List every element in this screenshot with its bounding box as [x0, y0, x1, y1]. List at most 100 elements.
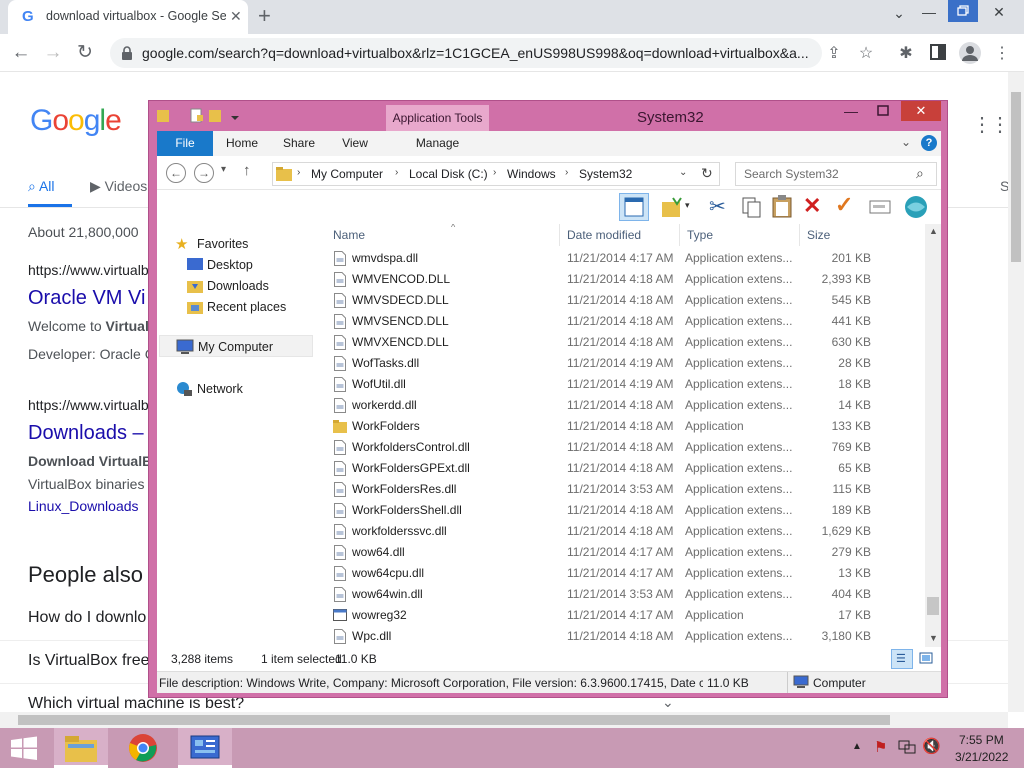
- ribbon-tab-manage[interactable]: Manage: [386, 131, 489, 156]
- nav-favorites[interactable]: Favorites: [197, 237, 248, 251]
- new-tab-icon[interactable]: +: [258, 3, 271, 29]
- back-icon[interactable]: ←: [8, 40, 34, 66]
- result-1-title[interactable]: Oracle VM Vi: [28, 287, 145, 310]
- file-row[interactable]: WMVENCOD.DLL 11/21/2014 4:18 AM Applicatio…: [327, 269, 925, 290]
- share-icon[interactable]: ⇪: [824, 44, 844, 64]
- restore-button[interactable]: [948, 0, 978, 22]
- column-divider[interactable]: [799, 224, 800, 246]
- paa-question-1[interactable]: How do I downlo: [28, 609, 146, 627]
- nav-downloads[interactable]: Downloads: [207, 279, 269, 293]
- file-row[interactable]: WorkFolders 11/21/2014 4:18 AM Application…: [327, 416, 925, 437]
- profile-avatar-icon[interactable]: [959, 42, 981, 64]
- preview-pane-button[interactable]: [619, 193, 649, 221]
- show-hidden-icons-icon[interactable]: ▲: [852, 741, 862, 752]
- file-row[interactable]: WMVSDECD.DLL 11/21/2014 4:18 AM Applicatio…: [327, 290, 925, 311]
- taskbar-file-explorer[interactable]: [54, 728, 108, 768]
- file-row[interactable]: WorkfoldersControl.dll 11/21/2014 4:18 AM…: [327, 437, 925, 458]
- chrome-menu-icon[interactable]: ⋮: [992, 44, 1012, 64]
- ribbon-tab-file[interactable]: File: [157, 131, 213, 156]
- file-row[interactable]: Wpc.dll 11/21/2014 4:18 AM Application ext…: [327, 626, 925, 647]
- forward-arrow-icon[interactable]: →: [194, 163, 214, 183]
- column-header-type[interactable]: Type: [687, 228, 713, 242]
- file-row[interactable]: WorkFoldersGPExt.dll 11/21/2014 4:18 AM Ap…: [327, 458, 925, 479]
- browser-tab[interactable]: G download virtualbox - Google Se ✕: [8, 0, 248, 34]
- breadcrumb-system32[interactable]: System32: [579, 167, 632, 181]
- reload-icon[interactable]: ↻: [72, 40, 98, 66]
- clock-date[interactable]: 3/21/2022: [955, 750, 1008, 764]
- page-vertical-scrollbar[interactable]: [1008, 72, 1024, 712]
- taskbar-control-panel[interactable]: [178, 728, 232, 768]
- nav-network[interactable]: Network: [197, 382, 243, 396]
- breadcrumb-my-computer[interactable]: My Computer: [311, 167, 383, 181]
- action-center-flag-icon[interactable]: ⚑: [874, 738, 887, 756]
- globe-icon[interactable]: [903, 194, 929, 220]
- up-arrow-icon[interactable]: ↑: [243, 162, 251, 179]
- close-tab-icon[interactable]: ✕: [230, 8, 242, 25]
- breadcrumb-windows[interactable]: Windows: [507, 167, 556, 181]
- result-2-url[interactable]: https://www.virtualb: [28, 397, 149, 413]
- file-row[interactable]: workerdd.dll 11/21/2014 4:18 AM Applicatio…: [327, 395, 925, 416]
- forward-icon[interactable]: →: [40, 40, 66, 66]
- column-header-date[interactable]: Date modified: [567, 228, 641, 242]
- back-arrow-icon[interactable]: ←: [166, 163, 186, 183]
- result-1-url[interactable]: https://www.virtualb: [28, 262, 149, 278]
- column-header-name[interactable]: Name: [333, 228, 365, 242]
- file-row[interactable]: WofUtil.dll 11/21/2014 4:19 AM Application…: [327, 374, 925, 395]
- clock-time[interactable]: 7:55 PM: [959, 733, 1004, 747]
- details-view-button[interactable]: ☰: [891, 649, 913, 669]
- tab-videos[interactable]: ▶ Videos: [90, 178, 147, 195]
- file-list-scrollbar[interactable]: ▲ ▼: [925, 224, 941, 647]
- help-icon[interactable]: ?: [921, 135, 937, 151]
- taskbar-chrome[interactable]: [116, 728, 170, 768]
- chevron-down-icon[interactable]: ▾: [685, 200, 690, 211]
- column-divider[interactable]: [559, 224, 560, 246]
- ribbon-tab-home[interactable]: Home: [219, 131, 265, 156]
- address-bar[interactable]: google.com/search?q=download+virtualbox&…: [110, 38, 822, 68]
- recent-locations-chevron-icon[interactable]: ▾: [221, 164, 226, 175]
- paste-icon[interactable]: [771, 194, 793, 218]
- start-button[interactable]: [10, 736, 38, 760]
- file-row[interactable]: wow64.dll 11/21/2014 4:17 AM Application e…: [327, 542, 925, 563]
- bookmark-star-icon[interactable]: ☆: [856, 44, 876, 64]
- rename-icon[interactable]: [869, 198, 891, 216]
- checkmark-icon[interactable]: ✓: [835, 192, 853, 218]
- search-box[interactable]: Search System32 ⌕: [735, 162, 937, 186]
- page-horizontal-scrollbar[interactable]: [0, 712, 1008, 728]
- file-row[interactable]: WMVXENCD.DLL 11/21/2014 4:18 AM Applicatio…: [327, 332, 925, 353]
- page-scroll-thumb[interactable]: [1011, 92, 1021, 262]
- nav-desktop[interactable]: Desktop: [207, 258, 253, 272]
- extensions-icon[interactable]: ✱: [896, 44, 916, 64]
- column-divider[interactable]: [679, 224, 680, 246]
- address-dropdown-icon[interactable]: ⌄: [679, 167, 687, 178]
- large-icons-view-button[interactable]: [917, 649, 937, 669]
- explorer-minimize-icon[interactable]: —: [844, 103, 858, 119]
- file-row[interactable]: wmvdspa.dll 11/21/2014 4:17 AM Application…: [327, 248, 925, 269]
- tab-search-chevron-icon[interactable]: ⌄: [884, 5, 914, 29]
- minimize-icon[interactable]: —: [914, 4, 944, 28]
- column-header-size[interactable]: Size: [807, 228, 830, 242]
- properties-folder-icon[interactable]: [661, 196, 683, 218]
- network-status-icon[interactable]: [898, 739, 916, 755]
- file-row[interactable]: WorkFoldersShell.dll 11/21/2014 4:18 AM Ap…: [327, 500, 925, 521]
- nav-my-computer[interactable]: My Computer: [159, 335, 313, 357]
- explorer-close-button[interactable]: ✕: [901, 101, 941, 121]
- refresh-icon[interactable]: ↻: [701, 165, 713, 182]
- copy-icon[interactable]: [741, 196, 763, 218]
- page-hscroll-thumb[interactable]: [18, 715, 890, 725]
- ribbon-expand-chevron-icon[interactable]: ⌄: [901, 135, 911, 149]
- scroll-thumb[interactable]: [927, 597, 939, 615]
- cut-icon[interactable]: ✂: [709, 194, 726, 219]
- ribbon-tab-share[interactable]: Share: [275, 131, 323, 156]
- ribbon-tab-view[interactable]: View: [333, 131, 377, 156]
- volume-muted-icon[interactable]: 🔇: [922, 737, 941, 755]
- delete-icon[interactable]: ✕: [803, 193, 821, 219]
- nav-recent-places[interactable]: Recent places: [207, 300, 286, 314]
- tab-all[interactable]: ⌕ All: [28, 178, 55, 195]
- scroll-up-icon[interactable]: ▲: [929, 226, 938, 236]
- paa-question-2[interactable]: Is VirtualBox free: [28, 652, 150, 670]
- breadcrumb[interactable]: › My Computer › Local Disk (C:) › Window…: [272, 162, 720, 186]
- breadcrumb-local-disk[interactable]: Local Disk (C:): [409, 167, 488, 181]
- file-row[interactable]: WMVSENCD.DLL 11/21/2014 4:18 AM Applicatio…: [327, 311, 925, 332]
- result-2-title[interactable]: Downloads –: [28, 422, 144, 445]
- file-row[interactable]: workfolderssvc.dll 11/21/2014 4:18 AM Appl…: [327, 521, 925, 542]
